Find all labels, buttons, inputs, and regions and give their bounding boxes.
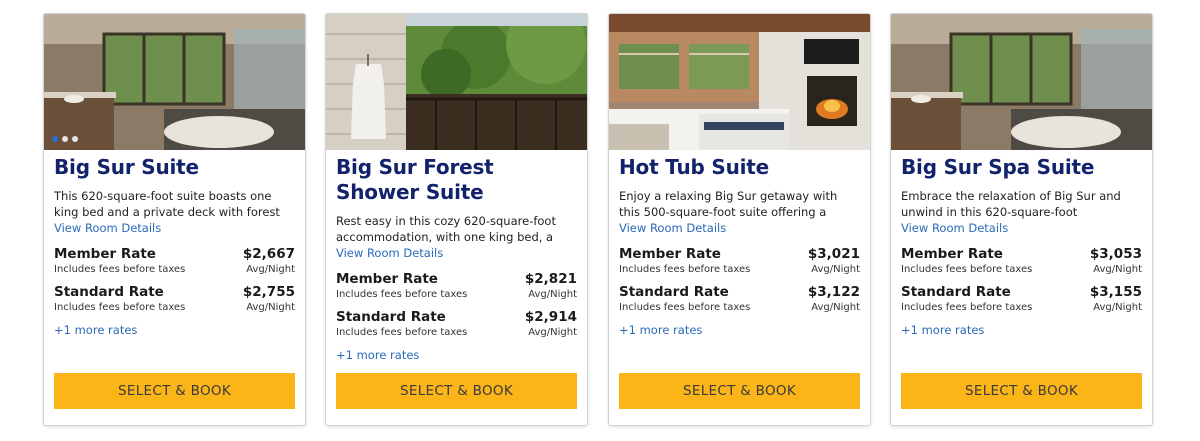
rate-unit: Avg/Night xyxy=(528,289,577,300)
view-room-details-link[interactable]: View Room Details xyxy=(54,220,295,236)
standard-rate: Standard Rate Includes fees before taxes… xyxy=(901,284,1142,314)
carousel-dots[interactable] xyxy=(52,136,78,142)
select-and-book-button[interactable]: SELECT & BOOK xyxy=(54,373,295,409)
rate-unit: Avg/Night xyxy=(246,302,295,313)
rate-price: $3,021 xyxy=(807,246,860,262)
rate-label: Member Rate xyxy=(901,246,1003,262)
room-card: Big Sur Forest Shower Suite Rest easy in… xyxy=(325,13,588,426)
room-photo[interactable] xyxy=(609,14,870,150)
room-card: Big Sur Suite This 620-square-foot suite… xyxy=(43,13,306,426)
select-and-book-button[interactable]: SELECT & BOOK xyxy=(336,373,577,409)
rate-note: Includes fees before taxes xyxy=(619,302,751,313)
more-rates-link[interactable]: +1 more rates xyxy=(901,322,1142,338)
standard-rate: Standard Rate Includes fees before taxes… xyxy=(336,309,577,339)
rate-price: $2,821 xyxy=(524,271,577,287)
more-rates-link[interactable]: +1 more rates xyxy=(54,322,295,338)
rate-unit: Avg/Night xyxy=(246,264,295,275)
standard-rate: Standard Rate Includes fees before taxes… xyxy=(619,284,860,314)
carousel-dot[interactable] xyxy=(62,136,68,142)
room-description: Rest easy in this cozy 620-square-foot a… xyxy=(336,214,556,244)
rate-note: Includes fees before taxes xyxy=(336,289,468,300)
member-rate: Member Rate Includes fees before taxes $… xyxy=(619,246,860,276)
rate-note: Includes fees before taxes xyxy=(901,302,1033,313)
rate-price: $2,755 xyxy=(242,284,295,300)
rate-price: $3,122 xyxy=(807,284,860,300)
room-card: Hot Tub Suite Enjoy a relaxing Big Sur g… xyxy=(608,13,871,426)
rate-price: $2,914 xyxy=(524,309,577,325)
rate-price: $3,155 xyxy=(1089,284,1142,300)
room-card-list: Big Sur Suite This 620-square-foot suite… xyxy=(0,0,1200,441)
rate-label: Standard Rate xyxy=(54,284,164,300)
rate-price: $3,053 xyxy=(1089,246,1142,262)
rate-label: Member Rate xyxy=(336,271,438,287)
more-rates-link[interactable]: +1 more rates xyxy=(619,322,860,338)
room-photo[interactable] xyxy=(891,14,1152,150)
rate-note: Includes fees before taxes xyxy=(336,327,468,338)
rate-unit: Avg/Night xyxy=(528,327,577,338)
room-title: Big Sur Forest Shower Suite xyxy=(336,155,494,204)
rate-label: Member Rate xyxy=(619,246,721,262)
rate-unit: Avg/Night xyxy=(1093,264,1142,275)
member-rate: Member Rate Includes fees before taxes $… xyxy=(54,246,295,276)
room-title: Big Sur Spa Suite xyxy=(901,155,1095,179)
rate-unit: Avg/Night xyxy=(811,302,860,313)
rate-label: Standard Rate xyxy=(619,284,729,300)
view-room-details-link[interactable]: View Room Details xyxy=(336,245,577,261)
member-rate: Member Rate Includes fees before taxes $… xyxy=(901,246,1142,276)
rate-unit: Avg/Night xyxy=(1093,302,1142,313)
view-room-details-link[interactable]: View Room Details xyxy=(619,220,860,236)
rate-note: Includes fees before taxes xyxy=(54,302,186,313)
select-and-book-button[interactable]: SELECT & BOOK xyxy=(619,373,860,409)
room-title: Hot Tub Suite xyxy=(619,155,769,179)
rate-note: Includes fees before taxes xyxy=(54,264,186,275)
select-and-book-button[interactable]: SELECT & BOOK xyxy=(901,373,1142,409)
rate-price: $2,667 xyxy=(242,246,295,262)
rate-unit: Avg/Night xyxy=(811,264,860,275)
standard-rate: Standard Rate Includes fees before taxes… xyxy=(54,284,295,314)
rate-label: Standard Rate xyxy=(901,284,1011,300)
carousel-dot[interactable] xyxy=(52,136,58,142)
carousel-dot[interactable] xyxy=(72,136,78,142)
more-rates-link[interactable]: +1 more rates xyxy=(336,347,577,363)
room-description: Enjoy a relaxing Big Sur getaway with th… xyxy=(619,189,838,219)
view-room-details-link[interactable]: View Room Details xyxy=(901,220,1142,236)
room-card: Big Sur Spa Suite Embrace the relaxation… xyxy=(890,13,1153,426)
rate-note: Includes fees before taxes xyxy=(619,264,751,275)
room-description: Embrace the relaxation of Big Sur and un… xyxy=(901,189,1121,219)
member-rate: Member Rate Includes fees before taxes $… xyxy=(336,271,577,301)
room-photo[interactable] xyxy=(44,14,305,150)
room-description: This 620-square-foot suite boasts one ki… xyxy=(54,189,280,219)
room-photo[interactable] xyxy=(326,14,587,150)
room-title: Big Sur Suite xyxy=(54,155,199,179)
rate-note: Includes fees before taxes xyxy=(901,264,1033,275)
rate-label: Standard Rate xyxy=(336,309,446,325)
rate-label: Member Rate xyxy=(54,246,156,262)
